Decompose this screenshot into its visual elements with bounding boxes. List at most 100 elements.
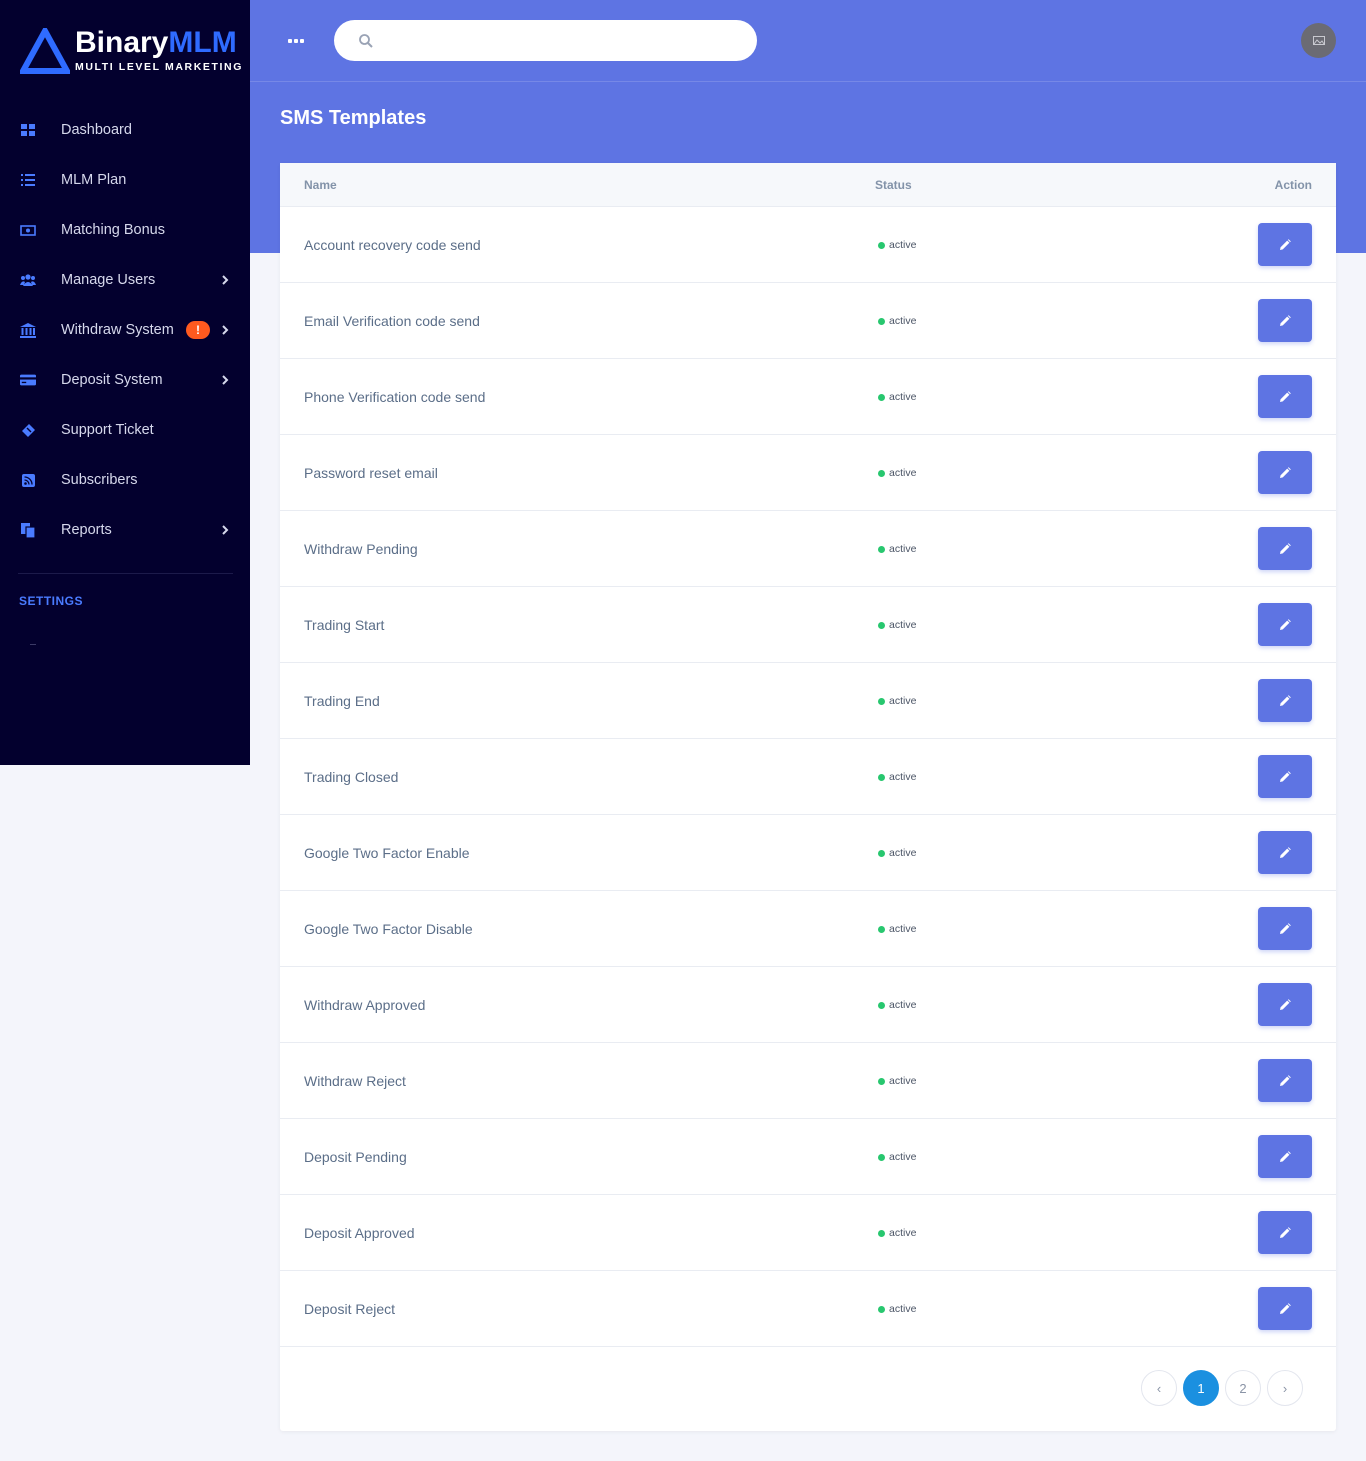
chevron-right-icon bbox=[222, 275, 229, 285]
edit-button[interactable] bbox=[1258, 983, 1312, 1026]
pencil-icon bbox=[1280, 694, 1291, 706]
money-icon bbox=[20, 222, 36, 238]
pencil-icon bbox=[1280, 466, 1291, 478]
status-dot-icon bbox=[878, 621, 885, 629]
sidebar-divider bbox=[18, 573, 233, 574]
pagination-prev[interactable]: ‹ bbox=[1141, 1370, 1177, 1406]
template-name: Password reset email bbox=[304, 465, 438, 481]
status-badge: active bbox=[878, 239, 916, 251]
status-text: active bbox=[889, 315, 917, 327]
sidebar-item-label: Support Ticket bbox=[61, 422, 154, 438]
status-badge: active bbox=[878, 771, 916, 783]
status-text: active bbox=[889, 1151, 917, 1163]
status-text: active bbox=[889, 695, 917, 707]
status-text: active bbox=[889, 847, 917, 859]
pagination-next[interactable]: › bbox=[1267, 1370, 1303, 1406]
status-dot-icon bbox=[878, 393, 885, 401]
sidebar-item-withdraw-system[interactable]: Withdraw System ! bbox=[0, 305, 250, 355]
status-text: active bbox=[889, 923, 917, 935]
status-text: active bbox=[889, 1075, 917, 1087]
status-badge: active bbox=[878, 619, 916, 631]
status-dot-icon bbox=[878, 545, 885, 553]
table-row: Google Two Factor Enable active bbox=[280, 815, 1336, 891]
pencil-icon bbox=[1280, 922, 1291, 934]
table-row: Withdraw Reject active bbox=[280, 1043, 1336, 1119]
status-dot-icon bbox=[878, 1305, 885, 1313]
search-input[interactable] bbox=[386, 32, 746, 49]
status-dot-icon bbox=[878, 773, 885, 781]
table-row: Trading End active bbox=[280, 663, 1336, 739]
status-badge: active bbox=[878, 999, 916, 1011]
status-badge: active bbox=[878, 1151, 916, 1163]
status-text: active bbox=[889, 1303, 917, 1315]
table-row: Phone Verification code send active bbox=[280, 359, 1336, 435]
sidebar-item-matching-bonus[interactable]: Matching Bonus bbox=[0, 205, 250, 255]
edit-button[interactable] bbox=[1258, 1211, 1312, 1254]
chevron-right-icon bbox=[222, 325, 229, 335]
sidebar-item-mlm-plan[interactable]: MLM Plan bbox=[0, 155, 250, 205]
edit-button[interactable] bbox=[1258, 679, 1312, 722]
edit-button[interactable] bbox=[1258, 907, 1312, 950]
status-badge: active bbox=[878, 1075, 916, 1087]
edit-button[interactable] bbox=[1258, 527, 1312, 570]
status-text: active bbox=[889, 1227, 917, 1239]
edit-button[interactable] bbox=[1258, 755, 1312, 798]
brand-name: BinaryMLM bbox=[75, 26, 237, 59]
pagination-page-2[interactable]: 2 bbox=[1225, 1370, 1261, 1406]
pencil-icon bbox=[1280, 1074, 1291, 1086]
status-badge: active bbox=[878, 315, 916, 327]
avatar-image-icon bbox=[1312, 36, 1325, 45]
search-bar[interactable] bbox=[334, 20, 757, 61]
pagination: ‹ 1 2 › bbox=[1141, 1370, 1303, 1406]
sidebar-item-label: Subscribers bbox=[61, 472, 138, 488]
table-row: Trading Start active bbox=[280, 587, 1336, 663]
chevron-right-icon bbox=[222, 375, 229, 385]
sidebar-item-subscribers[interactable]: Subscribers bbox=[0, 455, 250, 505]
status-dot-icon bbox=[878, 849, 885, 857]
chevron-right-icon bbox=[222, 525, 229, 535]
edit-button[interactable] bbox=[1258, 1059, 1312, 1102]
sidebar-item-manage-users[interactable]: Manage Users bbox=[0, 255, 250, 305]
status-badge: active bbox=[878, 847, 916, 859]
template-name: Trading Start bbox=[304, 617, 385, 633]
status-badge: active bbox=[878, 695, 916, 707]
avatar[interactable] bbox=[1301, 23, 1336, 58]
template-name: Deposit Reject bbox=[304, 1301, 396, 1317]
table-row: Google Two Factor Disable active bbox=[280, 891, 1336, 967]
edit-button[interactable] bbox=[1258, 299, 1312, 342]
edit-button[interactable] bbox=[1258, 451, 1312, 494]
edit-button[interactable] bbox=[1258, 1135, 1312, 1178]
edit-button[interactable] bbox=[1258, 603, 1312, 646]
pencil-icon bbox=[1280, 238, 1291, 250]
pencil-icon bbox=[1280, 542, 1291, 554]
status-badge: active bbox=[878, 1303, 916, 1315]
edit-button[interactable] bbox=[1258, 831, 1312, 874]
sidebar-item-reports[interactable]: Reports bbox=[0, 505, 250, 555]
edit-button[interactable] bbox=[1258, 375, 1312, 418]
template-name: Email Verification code send bbox=[304, 313, 480, 329]
edit-button[interactable] bbox=[1258, 1287, 1312, 1330]
pagination-page-1[interactable]: 1 bbox=[1183, 1370, 1219, 1406]
grid-icon bbox=[20, 122, 36, 138]
pencil-icon bbox=[1280, 1226, 1291, 1238]
sidebar-section-settings: SETTINGS bbox=[19, 594, 84, 608]
status-text: active bbox=[889, 239, 917, 251]
sidebar-placeholder-mark bbox=[30, 644, 36, 645]
brand-logo[interactable]: BinaryMLM MULTI LEVEL MARKETING bbox=[20, 26, 243, 76]
template-name: Google Two Factor Enable bbox=[304, 845, 470, 861]
sidebar-item-deposit-system[interactable]: Deposit System bbox=[0, 355, 250, 405]
bank-icon bbox=[20, 322, 36, 338]
brand-tagline: MULTI LEVEL MARKETING bbox=[75, 61, 243, 73]
sidebar-item-support-ticket[interactable]: Support Ticket bbox=[0, 405, 250, 455]
edit-button[interactable] bbox=[1258, 223, 1312, 266]
sidebar-item-dashboard[interactable]: Dashboard bbox=[0, 105, 250, 155]
sidebar-item-label: Deposit System bbox=[61, 372, 163, 388]
template-name: Withdraw Reject bbox=[304, 1073, 406, 1089]
header-divider bbox=[250, 81, 1366, 82]
sidebar-item-label: Withdraw System bbox=[61, 322, 174, 338]
menu-toggle-icon[interactable] bbox=[288, 38, 306, 44]
table-row: Account recovery code send active bbox=[280, 207, 1336, 283]
status-text: active bbox=[889, 543, 917, 555]
table-row: Deposit Reject active bbox=[280, 1271, 1336, 1347]
pencil-icon bbox=[1280, 846, 1291, 858]
